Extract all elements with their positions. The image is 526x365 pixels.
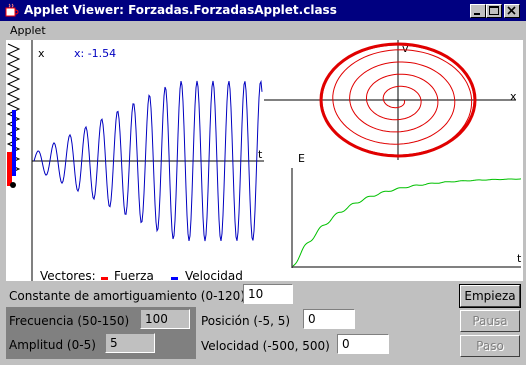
mass-icon (10, 182, 16, 188)
start-button[interactable]: Empieza (459, 284, 521, 308)
simulation-canvas: x x: -1.54 t v x E t Vectores: Fuerza Ve… (6, 40, 523, 281)
velocity-vector-bar (12, 110, 16, 176)
step-button[interactable]: Paso (460, 335, 520, 357)
frequency-input[interactable]: 100 (140, 309, 190, 329)
x-axis-label: x (38, 47, 45, 60)
close-icon (507, 6, 516, 15)
window-title: Applet Viewer: Forzadas.ForzadasApplet.c… (24, 3, 337, 17)
velocity-label: Velocidad (-500, 500) (201, 339, 330, 353)
amplitude-input[interactable]: 5 (105, 333, 155, 353)
pause-button[interactable]: Pausa (460, 310, 520, 332)
energy-t-label: t (517, 252, 522, 265)
x-readout: x: -1.54 (74, 47, 116, 60)
velocity-legend-swatch (171, 277, 178, 280)
minimize-button[interactable] (470, 4, 486, 18)
applet-window: Applet Viewer: Forzadas.ForzadasApplet.c… (0, 0, 526, 365)
legend-force: Fuerza (114, 269, 154, 281)
minimize-icon (474, 13, 480, 15)
close-button[interactable] (504, 4, 520, 18)
maximize-icon (489, 6, 499, 15)
position-label: Posición (-5, 5) (201, 314, 291, 328)
t-axis-label: t (258, 148, 263, 161)
menu-bar: Applet (0, 21, 526, 39)
force-vector-bar (7, 152, 12, 186)
legend-velocity: Velocidad (185, 269, 243, 281)
amplitude-label: Amplitud (0-5) (9, 338, 96, 352)
energy-label: E (298, 152, 305, 165)
force-legend-swatch (101, 277, 108, 280)
menu-applet[interactable]: Applet (10, 24, 46, 37)
maximize-button[interactable] (486, 4, 502, 18)
damping-label: Constante de amortiguamiento (0-120) (9, 289, 245, 303)
java-cup-icon (5, 3, 19, 17)
damping-input[interactable]: 10 (243, 284, 293, 304)
phase-x-label: x (510, 90, 517, 103)
position-input[interactable]: 0 (303, 309, 355, 329)
title-bar[interactable]: Applet Viewer: Forzadas.ForzadasApplet.c… (0, 0, 526, 21)
energy-curve (292, 178, 522, 267)
velocity-input[interactable]: 0 (337, 334, 389, 354)
legend-title: Vectores: (40, 269, 96, 281)
frequency-label: Frecuencia (50-150) (9, 314, 130, 328)
simulation-drawing: x x: -1.54 t v x E t Vectores: Fuerza Ve… (6, 40, 522, 281)
